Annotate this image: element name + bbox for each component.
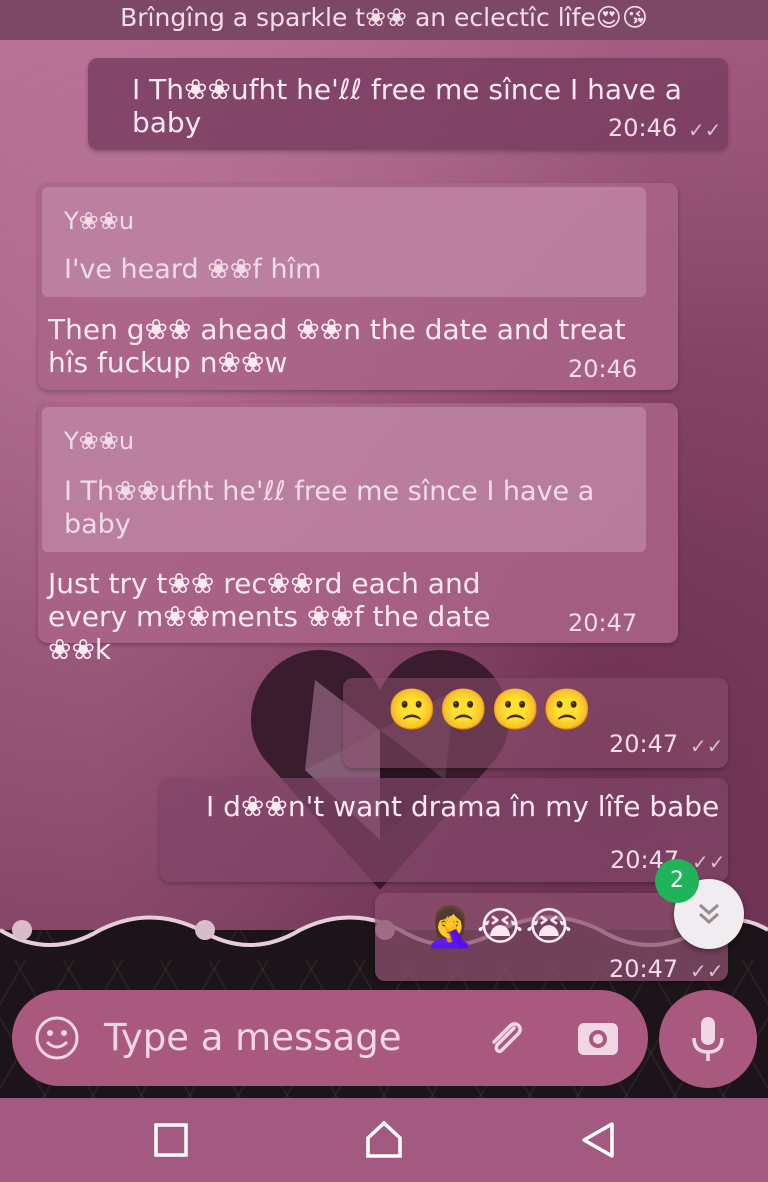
back-triangle-icon[interactable]	[574, 1116, 622, 1164]
paperclip-icon[interactable]	[482, 1014, 530, 1062]
quote-text: I've heard ❀❀f hîm	[64, 254, 322, 285]
message-bubble-incoming[interactable]: Y❀❀u I Th❀❀ufht he'ℓℓ free me sînce I ha…	[38, 403, 678, 666]
quote-author: Y❀❀u	[64, 427, 135, 455]
quote-text: I Th❀❀ufht he'ℓℓ free me sînce I have a …	[64, 476, 595, 540]
message-emoji: 🤦‍♀️😭😭	[425, 904, 575, 950]
message-time: 20:46	[608, 114, 678, 142]
quote-author: Y❀❀u	[64, 207, 135, 235]
message-bubble-incoming[interactable]: Y❀❀u I've heard ❀❀f hîm Then g❀❀ ahead ❀…	[38, 183, 678, 390]
message-composer[interactable]: Type a message	[12, 990, 648, 1086]
microphone-icon	[692, 1017, 724, 1061]
voice-message-button[interactable]	[659, 990, 757, 1088]
square-icon[interactable]	[147, 1116, 195, 1164]
message-time: 20:47	[609, 955, 679, 983]
chevron-double-down-icon	[699, 903, 719, 925]
message-bubble-outgoing[interactable]: I Th❀❀ufht he'ℓℓ free me sînce I have a …	[88, 58, 728, 150]
message-text: Just try t❀❀ rec❀❀rd each and every m❀❀m…	[48, 567, 491, 666]
unread-count-badge: 2	[655, 859, 699, 903]
home-icon[interactable]	[360, 1116, 408, 1164]
message-text: Then g❀❀ ahead ❀❀n the date and treat hî…	[48, 313, 626, 379]
message-emoji: 🙁🙁🙁🙁	[387, 687, 595, 733]
status-text: Brîngîng a sparkle t❀❀ an eclectîc lîfe😍…	[120, 3, 648, 32]
message-text: I d❀❀n't want drama în my lîfe babe	[206, 790, 720, 823]
message-time: 20:46	[568, 355, 638, 383]
message-time: 20:47	[568, 609, 638, 637]
message-time: 20:47	[609, 730, 679, 758]
chat-status-banner: Brîngîng a sparkle t❀❀ an eclectîc lîfe😍…	[0, 0, 768, 40]
read-receipt-icon: ✓✓	[690, 959, 724, 983]
emoji-icon[interactable]	[34, 1015, 80, 1061]
message-input[interactable]: Type a message	[104, 1016, 401, 1059]
quoted-reply[interactable]: Y❀❀u I Th❀❀ufht he'ℓℓ free me sînce I ha…	[42, 407, 646, 552]
quoted-reply[interactable]: Y❀❀u I've heard ❀❀f hîm	[42, 187, 646, 297]
read-receipt-icon: ✓✓	[688, 118, 722, 142]
message-bubble-outgoing[interactable]: I d❀❀n't want drama în my lîfe babe 20:4…	[160, 778, 728, 882]
message-bubble-outgoing[interactable]: 🙁🙁🙁🙁 20:47 ✓✓	[343, 678, 728, 768]
camera-icon[interactable]	[575, 1015, 621, 1061]
system-navigation-bar	[0, 1098, 768, 1182]
read-receipt-icon: ✓✓	[690, 734, 724, 758]
